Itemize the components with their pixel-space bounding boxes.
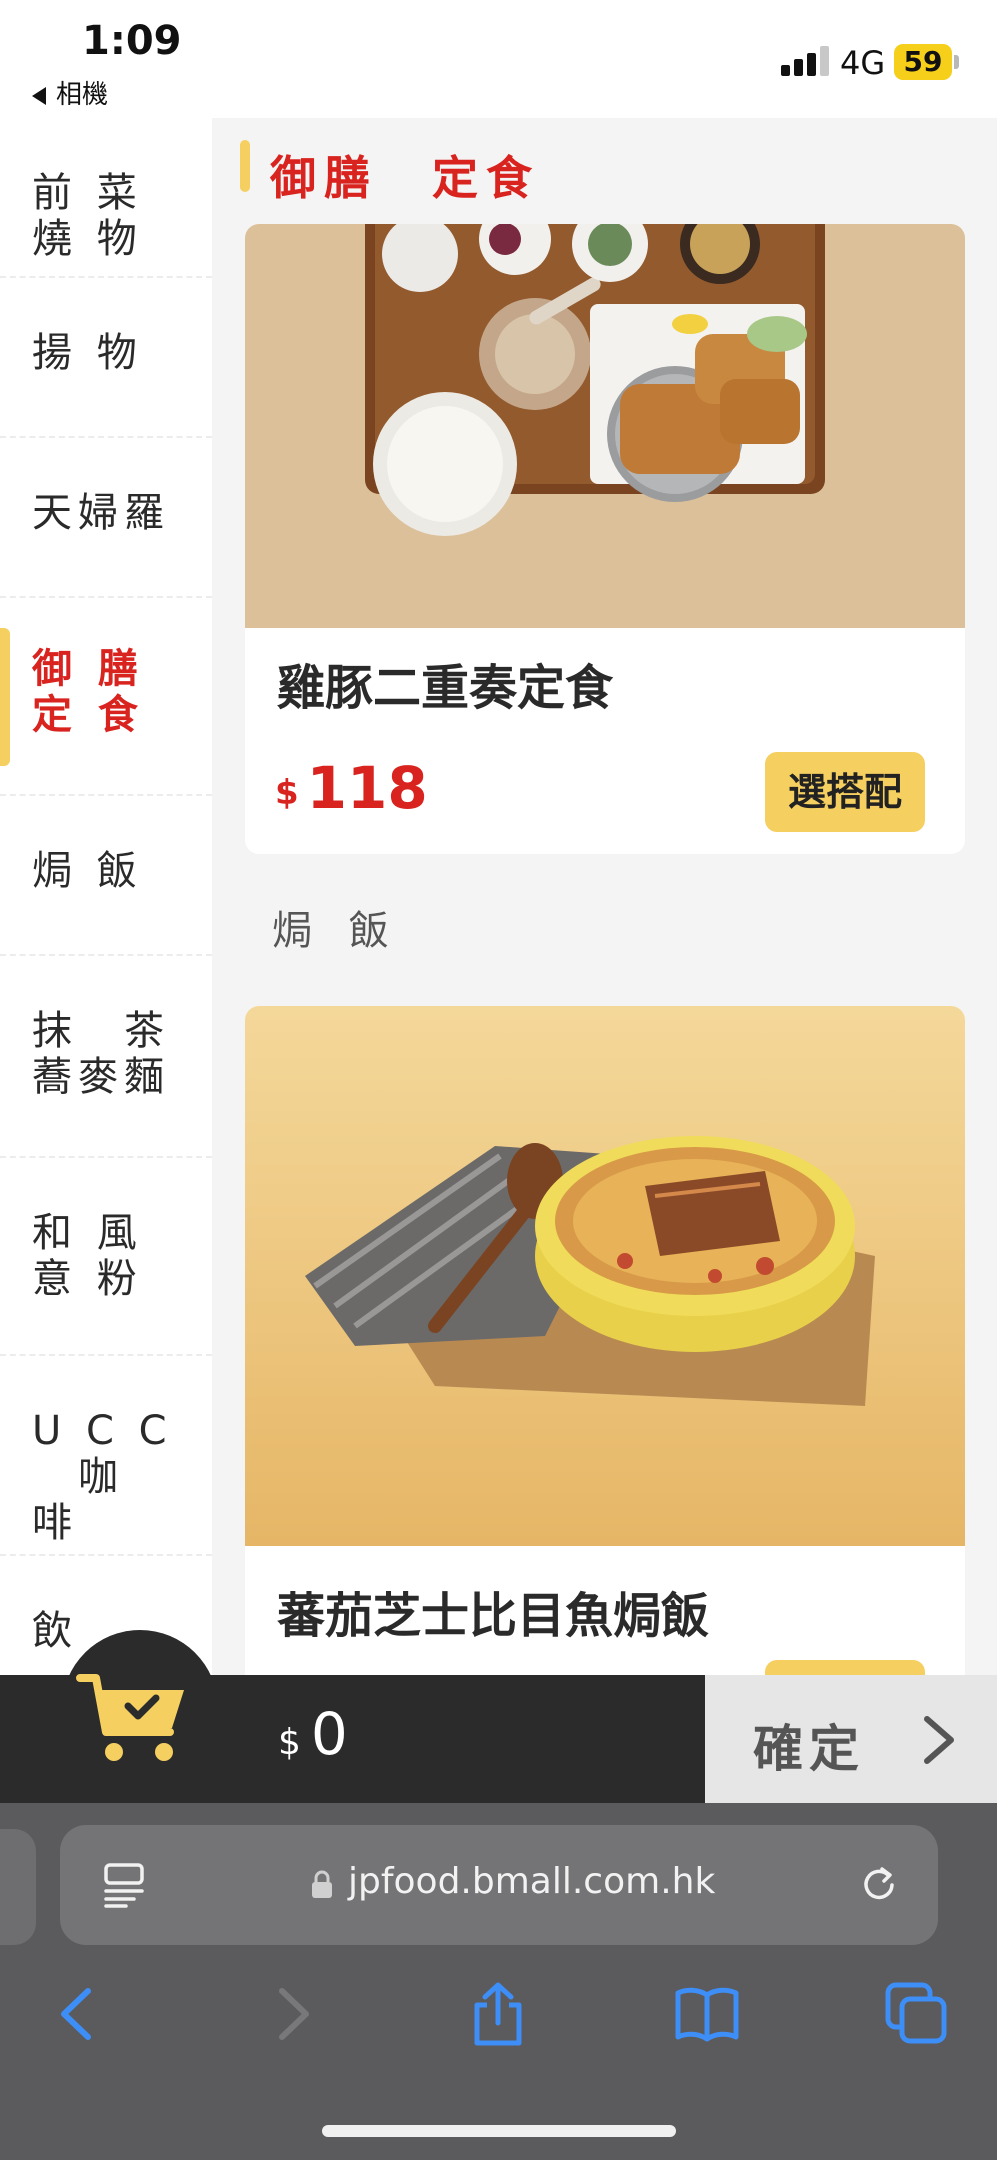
share-icon[interactable]: [465, 1981, 531, 2047]
tabs-icon[interactable]: [884, 1981, 950, 2047]
lock-icon: [312, 1870, 332, 1898]
price-amount: 118: [306, 754, 428, 822]
product-card[interactable]: 蕃茄芝士比目魚焗飯: [245, 1006, 965, 1675]
confirm-button[interactable]: 確定: [705, 1675, 997, 1803]
confirm-label: 確定: [753, 1720, 865, 1778]
section-header-bar: [240, 140, 250, 192]
sidebar-item-label: 和 風 意 粉: [32, 1210, 143, 1302]
choose-options-button[interactable]: 選搭配: [765, 752, 925, 832]
product-image-set-meal: [245, 224, 965, 628]
sidebar-item-label: U C C 咖 啡: [32, 1408, 173, 1546]
sidebar-item-set-meal[interactable]: 御 膳 定 食: [0, 598, 212, 796]
sidebar-item-tempura[interactable]: 天婦羅: [0, 438, 212, 598]
sidebar-item-label: 御 膳 定 食: [32, 646, 144, 738]
sidebar-item-baked-rice[interactable]: 焗 飯: [0, 796, 212, 956]
sidebar-item-label: 焗 飯: [32, 848, 143, 894]
status-time: 1:09: [82, 18, 182, 64]
back-to-camera-link[interactable]: 相機: [32, 74, 108, 111]
choose-options-button[interactable]: [765, 1660, 925, 1675]
cart-total: $0: [278, 1700, 348, 1768]
sidebar-item-label: 抹 茶 蕎麥麵: [32, 1008, 170, 1100]
cart-total-amount: 0: [310, 1700, 348, 1768]
section-title: 御膳 定食: [270, 151, 540, 205]
network-type: 4G: [840, 44, 886, 82]
back-arrow-icon: [32, 86, 46, 105]
section-header: 御膳 定食: [212, 118, 997, 224]
chevron-right-icon: [924, 1716, 954, 1764]
status-bar: 1:09 相機 4G 59: [0, 0, 997, 118]
sidebar-item-pasta[interactable]: 和 風 意 粉: [0, 1158, 212, 1356]
forward-icon[interactable]: [258, 1981, 324, 2047]
back-icon[interactable]: [46, 1981, 112, 2047]
active-indicator: [0, 628, 10, 766]
reader-icon[interactable]: [102, 1861, 146, 1909]
sidebar-item-label: 前 菜 燒 物: [32, 170, 143, 262]
product-card[interactable]: 雞豚二重奏定食 $118 選搭配: [245, 224, 965, 854]
page: { "status_bar": { "time": "1:09", "back_…: [0, 0, 997, 2160]
product-image-baked-rice: [245, 1006, 965, 1546]
group-label: 焗 飯: [272, 908, 401, 954]
product-price: $118: [275, 754, 428, 822]
price-currency: $: [275, 773, 299, 813]
browser-toolbar: jpfood.bmall.com.hk: [0, 1803, 997, 2160]
battery-cap: [954, 55, 959, 69]
home-indicator: [322, 2125, 676, 2137]
product-name: 蕃茄芝士比目魚焗飯: [277, 1588, 710, 1644]
sidebar-item-ucc-coffee[interactable]: U C C 咖 啡: [0, 1356, 212, 1556]
bookmarks-icon[interactable]: [674, 1981, 740, 2047]
sidebar-item-appetizers[interactable]: 前 菜 燒 物: [0, 118, 212, 278]
previous-tab-peek[interactable]: [0, 1829, 36, 1945]
back-label: 相機: [56, 80, 109, 110]
sidebar-item-fried[interactable]: 揚 物: [0, 278, 212, 438]
cart-currency: $: [278, 1722, 301, 1763]
battery-icon: 59: [894, 44, 952, 80]
address-bar[interactable]: jpfood.bmall.com.hk: [60, 1825, 938, 1945]
url-text: jpfood.bmall.com.hk: [348, 1861, 716, 1902]
sidebar-item-label: 揚 物: [32, 330, 143, 376]
reload-icon[interactable]: [856, 1861, 902, 1907]
cart-icon: [76, 1674, 184, 1761]
category-sidebar: 前 菜 燒 物 揚 物 天婦羅 御 膳 定 食 焗 飯 抹 茶 蕎麥麵 和 風 …: [0, 118, 212, 1675]
sidebar-item-matcha-soba[interactable]: 抹 茶 蕎麥麵: [0, 956, 212, 1158]
product-name: 雞豚二重奏定食: [277, 660, 614, 716]
signal-icon: [781, 46, 829, 76]
product-list[interactable]: 御膳 定食 雞豚二重奏定食 $ 118 選搭配 焗 飯 蕃茄芝士比目魚焗飯: [212, 118, 997, 1675]
sidebar-item-label: 天婦羅: [32, 490, 170, 536]
